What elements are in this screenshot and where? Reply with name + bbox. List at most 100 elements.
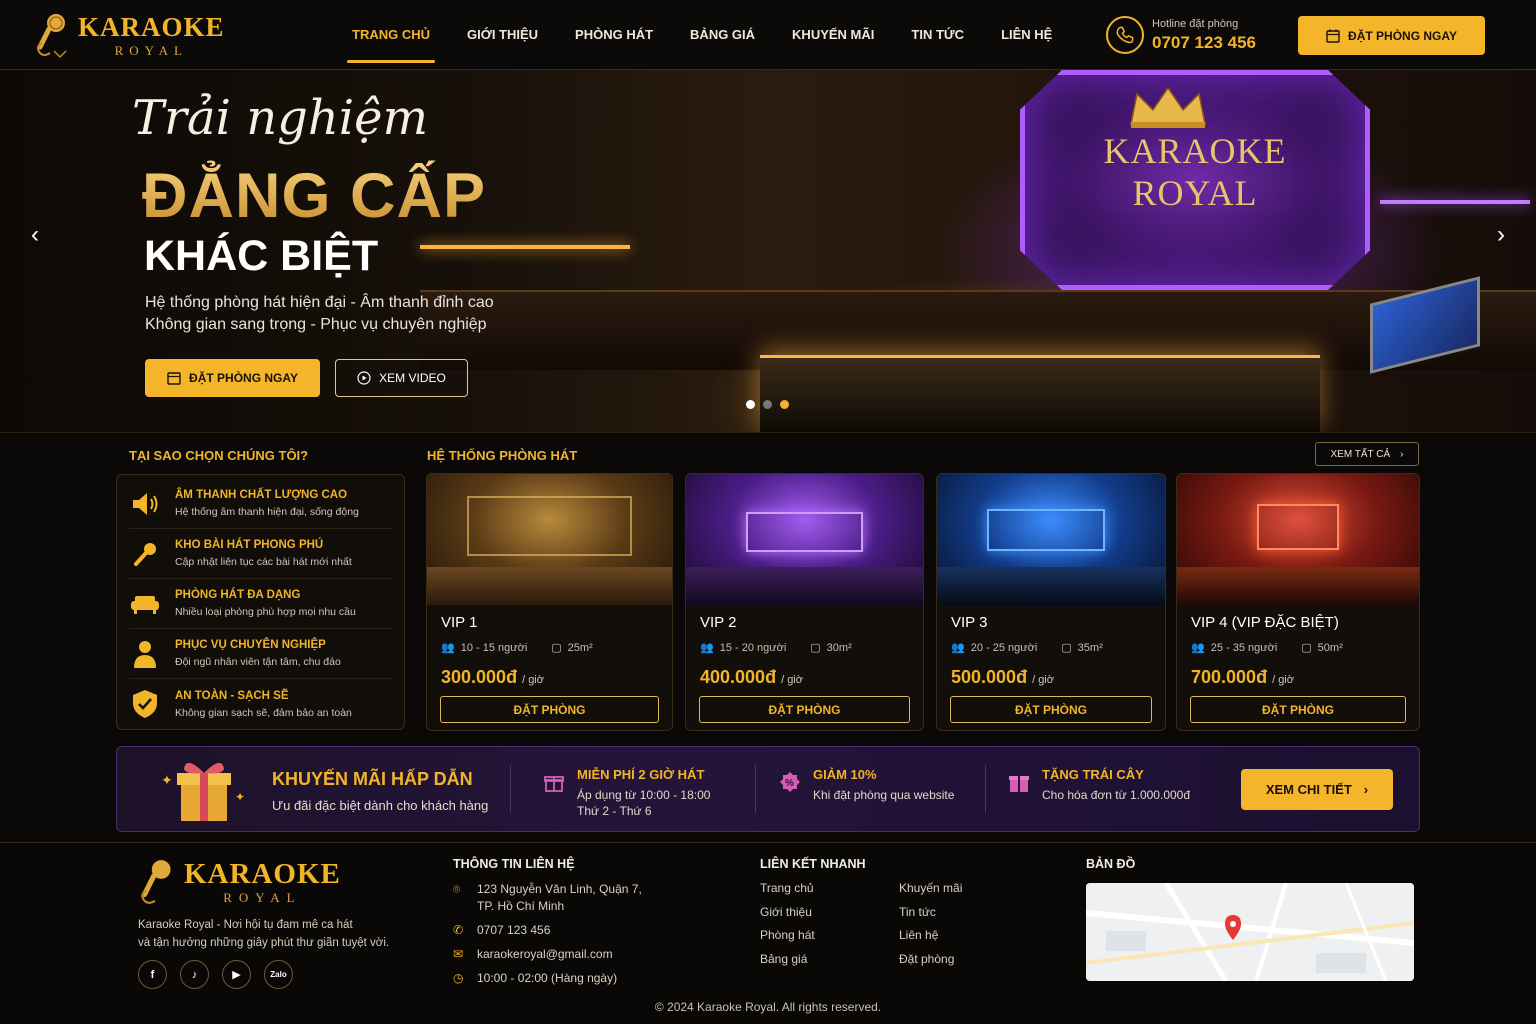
tiktok-icon[interactable]: ♪ xyxy=(180,960,209,989)
facebook-icon[interactable]: f xyxy=(138,960,167,989)
room-meta: 👥 10 - 15 người ▢ 25m² xyxy=(441,641,593,655)
footer-link[interactable]: Đặt phòng xyxy=(899,952,962,976)
room-price: 500.000đ / giờ xyxy=(951,667,1054,687)
discount-icon: % xyxy=(780,772,800,792)
hero-banner: KARAOKE ROYAL Trải nghiệm ĐẲNG CẤP KHÁC B… xyxy=(0,70,1536,432)
location-map[interactable] xyxy=(1086,883,1414,981)
room-image xyxy=(1177,474,1419,605)
footer-link[interactable]: Tin tức xyxy=(899,905,962,929)
book-now-header-label: ĐẶT PHÒNG NGAY xyxy=(1348,28,1457,43)
hero-book-now-button[interactable]: ĐẶT PHÒNG NGAY xyxy=(145,359,320,397)
room-card[interactable]: VIP 4 (VIP ĐẶC BIỆT) 👥 25 - 35 người ▢ 50m²… xyxy=(1176,473,1420,731)
hero-light-strip xyxy=(420,245,630,249)
footer-email[interactable]: karaokeroyal@gmail.com xyxy=(477,946,613,963)
footer-phone[interactable]: 0707 123 456 xyxy=(477,922,550,939)
people-icon: 👥 xyxy=(1191,642,1205,654)
shield-check-icon xyxy=(129,688,161,720)
why-item: ÂM THANH CHẤT LƯỢNG CAO Hệ thống âm thanh… xyxy=(129,479,392,529)
promotion-banner: ✦ ✦ KHUYẾN MÃI HẤP DẪN Ưu đãi đặc biệt d… xyxy=(116,746,1420,832)
book-room-button[interactable]: ĐẶT PHÒNG xyxy=(699,696,910,723)
copyright: © 2024 Karaoke Royal. All rights reserve… xyxy=(654,1000,882,1014)
promo-details-button[interactable]: XEM CHI TIẾT › xyxy=(1241,769,1393,810)
footer-logo[interactable]: KARAOKE ROYAL xyxy=(138,857,341,907)
why-us-title: TẠI SAO CHỌN CHÚNG TÔI? xyxy=(129,448,309,463)
main-nav: TRANG CHỦ GIỚI THIỆU PHÒNG HÁT BẢNG GIÁ … xyxy=(336,0,1073,70)
sofa-icon xyxy=(129,588,161,620)
brand-name: KARAOKE xyxy=(78,11,225,42)
divider xyxy=(985,765,986,813)
slide-dot-1[interactable] xyxy=(746,400,755,409)
footer-link[interactable]: Bảng giá xyxy=(760,952,815,976)
microphone-logo-icon xyxy=(141,860,171,904)
room-image xyxy=(427,474,672,605)
room-image xyxy=(686,474,923,605)
quick-links-col-2: Khuyến mãi Tin tức Liên hệ Đặt phòng xyxy=(899,881,962,975)
area-icon: ▢ xyxy=(1061,642,1072,654)
people-icon: 👥 xyxy=(441,642,455,654)
room-card[interactable]: VIP 1 👥 10 - 15 người ▢ 25m² 300.000đ / giờ… xyxy=(426,473,673,731)
nav-rooms[interactable]: PHÒNG HÁT xyxy=(559,0,669,70)
why-item: AN TOÀN - SẠCH SẼ Không gian sạch sẽ, đảm… xyxy=(129,679,392,729)
hero-prev-arrow-icon[interactable]: ‹ xyxy=(20,220,50,250)
slide-dot-3[interactable] xyxy=(780,400,789,409)
area-icon: ▢ xyxy=(551,642,562,654)
people-icon: 👥 xyxy=(700,642,714,654)
hotline-label: Hotline đặt phòng xyxy=(1152,17,1239,30)
rooms-grid: VIP 1 👥 10 - 15 người ▢ 25m² 300.000đ / giờ… xyxy=(426,473,1420,731)
site-header: KARAOKE ROYAL TRANG CHỦ GIỚI THIỆU PHÒNG… xyxy=(0,0,1536,70)
hero-screen-logo: KARAOKE ROYAL xyxy=(1103,131,1287,213)
hero-next-arrow-icon[interactable]: › xyxy=(1486,220,1516,250)
gift-icon xyxy=(1009,776,1029,792)
nav-contact[interactable]: LIÊN HỆ xyxy=(985,0,1068,70)
nav-pricing[interactable]: BẢNG GIÁ xyxy=(674,0,771,70)
see-all-button[interactable]: XEM TẤT CẢ › xyxy=(1315,442,1419,466)
calendar-icon xyxy=(1326,29,1340,43)
footer-link[interactable]: Giới thiệu xyxy=(760,905,815,929)
divider xyxy=(510,765,511,813)
site-footer: KARAOKE ROYAL Karaoke Royal - Nơi hội tụ… xyxy=(0,842,1536,1024)
speaker-icon xyxy=(129,488,161,520)
why-item: KHO BÀI HÁT PHONG PHÚ Cập nhật liên tục c… xyxy=(129,529,392,579)
why-item: PHÒNG HÁT ĐA DẠNG Nhiều loại phòng phù hợ… xyxy=(129,579,392,629)
room-price: 700.000đ / giờ xyxy=(1191,667,1294,687)
zalo-icon[interactable]: Zalo xyxy=(264,960,293,989)
youtube-icon[interactable]: ▶ xyxy=(222,960,251,989)
mail-icon: ✉ xyxy=(453,947,464,961)
hero-description: Hệ thống phòng hát hiện đại - Âm thanh đ… xyxy=(145,294,494,333)
hotline-number[interactable]: 0707 123 456 xyxy=(1152,33,1256,53)
footer-link[interactable]: Khuyến mãi xyxy=(899,881,962,905)
hero-watch-video-button[interactable]: XEM VIDEO xyxy=(335,359,468,397)
room-name: VIP 2 xyxy=(700,614,737,631)
footer-link[interactable]: Liên hệ xyxy=(899,928,962,952)
book-now-header-button[interactable]: ĐẶT PHÒNG NGAY xyxy=(1298,16,1485,55)
phone-icon xyxy=(1106,16,1144,54)
nav-home[interactable]: TRANG CHỦ xyxy=(336,0,446,70)
microphone-logo-icon xyxy=(36,14,67,59)
gift-box-illustration-icon: ✦ ✦ xyxy=(161,762,245,821)
nav-news[interactable]: TIN TỨC xyxy=(895,0,980,70)
crown-icon xyxy=(1130,86,1206,128)
phone-icon: ✆ xyxy=(453,923,464,937)
slide-dot-2[interactable] xyxy=(763,400,772,409)
social-links: f ♪ ▶ Zalo xyxy=(138,960,293,989)
promo-subtitle: Ưu đãi đặc biệt dành cho khách hàng xyxy=(272,798,489,813)
room-card[interactable]: VIP 2 👥 15 - 20 người ▢ 30m² 400.000đ / giờ… xyxy=(685,473,924,731)
hotline[interactable]: Hotline đặt phòng 0707 123 456 xyxy=(1106,16,1256,54)
footer-link[interactable]: Phòng hát xyxy=(760,928,815,952)
room-meta: 👥 20 - 25 người ▢ 35m² xyxy=(951,641,1103,655)
room-card[interactable]: VIP 3 👥 20 - 25 người ▢ 35m² 500.000đ / giờ… xyxy=(936,473,1166,731)
quick-links-title: LIÊN KẾT NHANH xyxy=(760,857,866,871)
nav-promotions[interactable]: KHUYẾN MÃI xyxy=(776,0,890,70)
room-price: 400.000đ / giờ xyxy=(700,667,803,687)
promo-item: MIỄN PHÍ 2 GIỜ HÁT Áp dụng từ 10:00 - 18… xyxy=(544,767,710,819)
book-room-button[interactable]: ĐẶT PHÒNG xyxy=(1190,696,1406,723)
brand-logo[interactable]: KARAOKE ROYAL xyxy=(34,10,234,60)
book-room-button[interactable]: ĐẶT PHÒNG xyxy=(440,696,659,723)
nav-about[interactable]: GIỚI THIỆU xyxy=(451,0,554,70)
room-image xyxy=(937,474,1165,605)
area-icon: ▢ xyxy=(1301,642,1312,654)
promo-title: KHUYẾN MÃI HẤP DẪN xyxy=(272,769,473,789)
contact-info: ⌾ 123 Nguyễn Văn Linh, Quận 7, TP. Hồ Chí … xyxy=(453,882,642,985)
book-room-button[interactable]: ĐẶT PHÒNG xyxy=(950,696,1152,723)
footer-link[interactable]: Trang chủ xyxy=(760,881,815,905)
